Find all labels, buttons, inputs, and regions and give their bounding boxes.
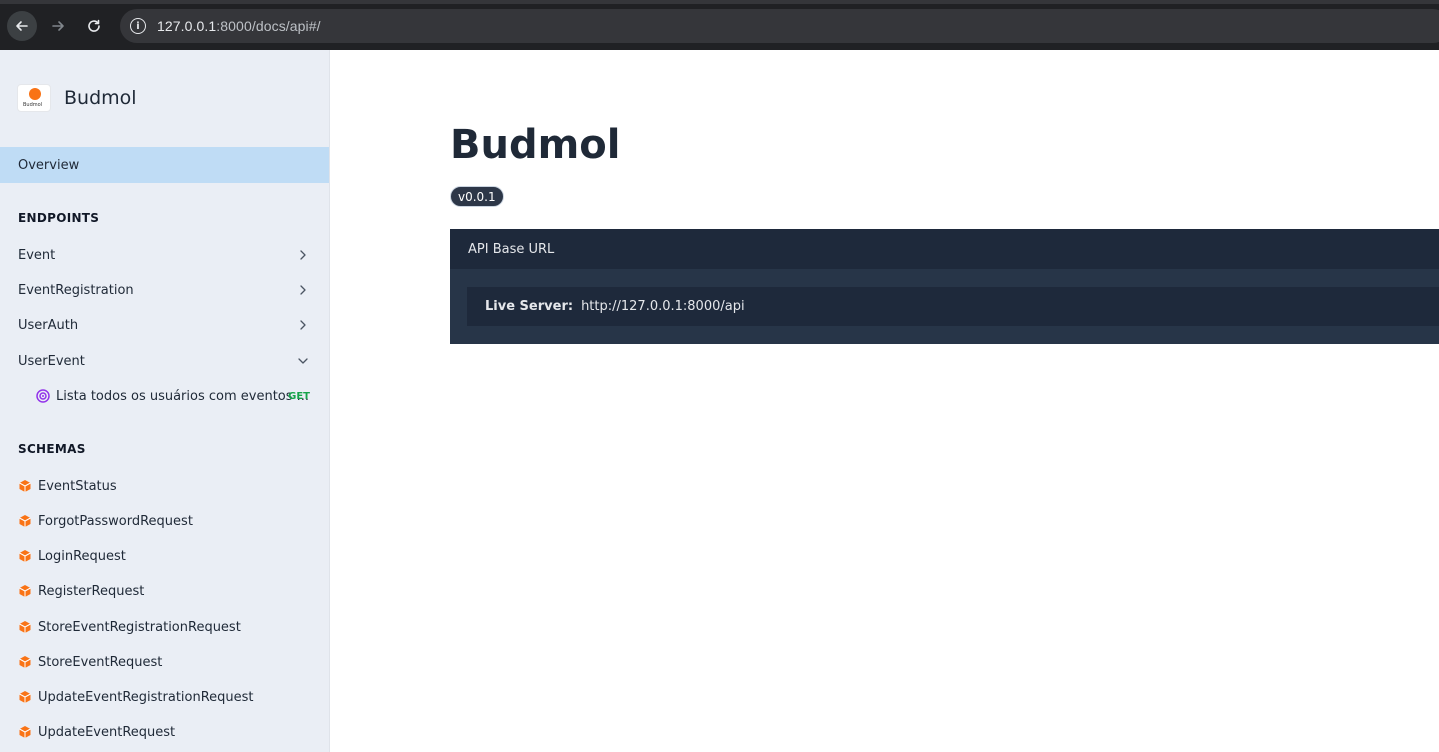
sidebar-item-overview[interactable]: Overview [0, 147, 329, 183]
sidebar-schema-item[interactable]: LoginRequest [0, 539, 329, 573]
chevron-down-icon [298, 358, 308, 364]
sidebar-endpoint-list-users-events[interactable]: Lista todos os usuários com eventos ... … [0, 379, 329, 413]
main-content: Budmol v0.0.1 API Base URL Live Server: … [331, 50, 1439, 752]
schema-label: StoreEventRegistrationRequest [38, 619, 241, 635]
cube-icon [19, 691, 31, 703]
chevron-right-icon [300, 320, 306, 330]
arrow-right-icon [52, 21, 64, 31]
sidebar-item-userevent[interactable]: UserEvent [0, 344, 329, 378]
sidebar-item-label: UserAuth [18, 317, 79, 333]
cube-icon [19, 515, 31, 527]
sidebar-item-label: Event [18, 247, 56, 263]
url-host: 127.0.0.1 [157, 18, 217, 34]
browser-toolbar: i 127.0.0.1:8000/docs/api#/ [0, 0, 1439, 50]
url-text[interactable]: 127.0.0.1:8000/docs/api#/ [157, 18, 321, 34]
reload-icon [88, 19, 100, 32]
sidebar-item-label: EventRegistration [18, 282, 134, 298]
api-base-url-heading: API Base URL [450, 229, 1439, 269]
sidebar-schema-item[interactable]: UpdateEventRegistrationRequest [0, 680, 329, 714]
brand-name: Budmol [64, 87, 137, 109]
url-path: :8000/docs/api#/ [216, 18, 321, 34]
sidebar-schema-item[interactable]: EventStatus [0, 469, 329, 503]
sidebar-item-eventregistration[interactable]: EventRegistration [0, 273, 329, 307]
back-button[interactable] [7, 11, 37, 41]
cube-icon [19, 621, 31, 633]
live-server-row: Live Server: http://127.0.0.1:8000/api [467, 287, 1439, 326]
target-icon [36, 389, 50, 403]
cube-icon [19, 726, 31, 738]
cube-icon [19, 585, 31, 597]
http-method-badge: GET [288, 391, 310, 402]
sidebar-item-label: UserEvent [18, 353, 85, 369]
chevron-right-icon [300, 250, 306, 260]
endpoint-label: Lista todos os usuários com eventos ... [56, 388, 310, 404]
logo-text: Budmol [23, 102, 43, 108]
schema-label: ForgotPasswordRequest [38, 513, 193, 529]
sidebar: Budmol Budmol Overview ENDPOINTS Event E… [0, 50, 330, 752]
version-badge: v0.0.1 [450, 186, 504, 207]
sidebar-schema-item[interactable]: StoreEventRequest [0, 645, 329, 679]
chevron-right-icon [300, 285, 306, 295]
schema-label: RegisterRequest [38, 583, 145, 599]
site-info-icon[interactable]: i [130, 18, 146, 34]
logo-mark [29, 88, 41, 100]
forward-button[interactable] [43, 11, 73, 41]
endpoints-section-title: ENDPOINTS [18, 211, 100, 225]
sidebar-schema-item[interactable]: ForgotPasswordRequest [0, 504, 329, 538]
tab-strip [0, 0, 1439, 4]
api-base-url-panel: API Base URL Live Server: http://127.0.0… [450, 229, 1439, 344]
schema-label: UpdateEventRegistrationRequest [38, 689, 254, 705]
brand[interactable]: Budmol Budmol [17, 84, 137, 112]
sidebar-schema-item[interactable]: UpdateEventRequest [0, 715, 329, 749]
cube-icon [19, 480, 31, 492]
sidebar-item-event[interactable]: Event [0, 238, 329, 272]
brand-logo: Budmol [17, 84, 51, 112]
cube-icon [19, 656, 31, 668]
sidebar-item-userauth[interactable]: UserAuth [0, 308, 329, 342]
arrow-left-icon [16, 21, 28, 31]
schema-label: UpdateEventRequest [38, 724, 176, 740]
live-server-url[interactable]: http://127.0.0.1:8000/api [581, 299, 745, 314]
schema-label: EventStatus [38, 478, 117, 494]
sidebar-schema-item[interactable]: RegisterRequest [0, 574, 329, 608]
page-title: Budmol [450, 122, 621, 168]
schema-label: StoreEventRequest [38, 654, 163, 670]
live-server-label: Live Server: [485, 299, 574, 314]
schemas-section-title: SCHEMAS [18, 442, 86, 456]
cube-icon [19, 550, 31, 562]
sidebar-schema-item[interactable]: StoreEventRegistrationRequest [0, 610, 329, 644]
address-bar[interactable]: i 127.0.0.1:8000/docs/api#/ [120, 9, 1439, 43]
schema-label: LoginRequest [38, 548, 126, 564]
reload-button[interactable] [79, 11, 109, 41]
